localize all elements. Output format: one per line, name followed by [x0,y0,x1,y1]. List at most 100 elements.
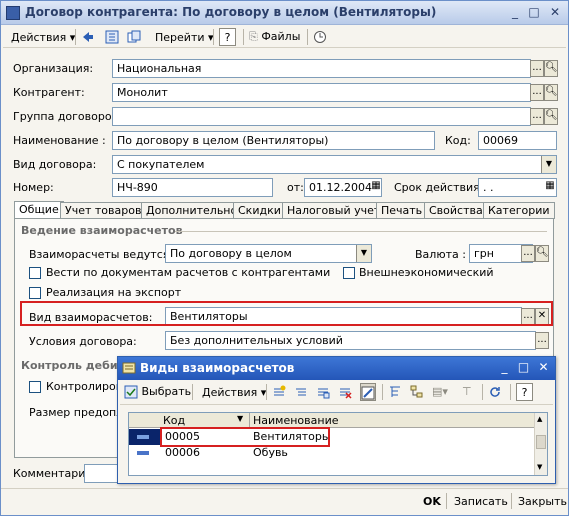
name-field[interactable]: По договору в целом (Вентиляторы) [112,131,435,150]
edit-row-icon[interactable] [360,383,376,401]
files-label: Файлы [261,30,301,43]
settlement-dropdown-arrow-icon[interactable]: ▼ [356,245,371,262]
from-label: от: [287,181,304,194]
tree-icon[interactable] [410,383,424,401]
number-field[interactable]: НЧ-890 [112,178,273,197]
column-code[interactable]: Код [163,414,185,427]
maximize-button[interactable]: □ [525,4,543,21]
delete-row-icon[interactable] [338,383,352,401]
clear-filter-icon[interactable]: ⊤ [462,383,472,401]
settlement-section-title: Ведение взаиморасчетов [21,224,183,237]
name-label: Наименование : [13,134,106,147]
control-checkbox[interactable] [29,381,41,393]
goto-label: Перейти [155,31,205,44]
row-code: 00006 [165,446,200,459]
calendar-icon[interactable]: ▦ [369,179,383,196]
files-button[interactable]: ⎘ Файлы [249,28,300,46]
select-button[interactable]: Выбрать [124,383,191,401]
group-search-icon[interactable]: 🔍︎ [544,108,558,125]
app-icon [6,6,20,20]
org-field[interactable]: Национальная [112,59,531,78]
table-scrollbar[interactable]: ▲ ▼ [534,413,547,475]
type-label: Вид договора: [13,158,97,171]
catalog-icon [122,362,136,374]
group-select-button[interactable]: ... [530,108,544,125]
back-arrow-icon[interactable] [81,28,95,46]
org-search-icon[interactable]: 🔍︎ [544,60,558,77]
foreign-trade-checkbox[interactable] [343,267,355,279]
currency-label: Валюта : [415,248,466,261]
conditions-select-button[interactable]: ... [535,332,549,349]
window-title: Договор контрагента: По договору в целом… [25,5,437,19]
column-name[interactable]: Наименование [253,414,338,427]
actions-menu[interactable]: Действия ▾ [7,28,79,46]
close-form-button[interactable]: Закрыть [518,495,567,508]
sub-close-button[interactable]: ✕ [535,360,552,376]
structure-icon[interactable] [105,28,119,46]
conditions-label: Условия договора: [29,335,137,348]
comment-field[interactable] [84,464,118,483]
copy-icon[interactable] [127,28,141,46]
sub-maximize-button[interactable]: □ [515,360,532,376]
tab-print[interactable]: Печать [376,202,428,219]
settlement-select[interactable]: По договору в целом [165,244,372,263]
group-label: Группа договоров: [13,110,122,123]
export-checkbox[interactable] [29,287,41,299]
minimize-button[interactable]: _ [506,4,524,21]
add-group-icon[interactable] [294,383,308,401]
main-toolbar: Действия ▾ Перейти ▾ ? ⎘ Файлы [3,26,566,48]
export-label: Реализация на экспорт [46,286,182,299]
number-label: Номер: [13,181,54,194]
goto-menu[interactable]: Перейти ▾ [151,28,218,46]
tab-tax[interactable]: Налоговый учет [282,202,386,219]
doc-settlement-checkbox[interactable] [29,267,41,279]
sub-minimize-button[interactable]: _ [496,360,513,376]
validity-calendar-icon[interactable]: ▦ [543,179,557,196]
type-dropdown-arrow-icon[interactable]: ▼ [541,156,556,173]
conditions-field[interactable]: Без дополнительных условий [165,331,536,350]
tab-properties[interactable]: Свойства [424,202,488,219]
save-button[interactable]: Записать [454,495,508,508]
window-titlebar[interactable]: Договор контрагента: По договору в целом… [1,1,568,25]
hierarchy-icon[interactable] [388,383,402,401]
code-field[interactable]: 00069 [478,131,557,150]
tab-goods[interactable]: Учет товаров [60,202,147,219]
tab-additional[interactable]: Дополнительно [141,202,243,219]
add-row-icon[interactable] [272,383,286,401]
contract-window: Договор контрагента: По договору в целом… [0,0,569,516]
sub-titlebar[interactable]: Виды взаиморасчетов _ □ ✕ [118,357,555,380]
org-select-button[interactable]: ... [530,60,544,77]
group-field[interactable] [112,107,531,126]
sub-toolbar: Выбрать Действия ▾ ▤▾ ⊤ ? [120,381,553,405]
table-header: Код ▼ Наименование [129,413,547,428]
close-button[interactable]: ✕ [546,4,564,21]
row-name: Обувь [253,446,288,459]
row-item-icon [137,435,149,439]
settlement-label: Взаиморасчеты ведутся: [29,248,174,261]
sub-window-title: Виды взаиморасчетов [140,361,295,375]
tab-discounts[interactable]: Скидки [233,202,286,219]
currency-select-button[interactable]: ... [521,245,535,262]
counterparty-field[interactable]: Монолит [112,83,531,102]
settlement-kinds-window: Виды взаиморасчетов _ □ ✕ Выбрать Действ… [117,356,556,484]
table-row[interactable]: 00006 Обувь [129,445,533,461]
counterparty-search-icon[interactable]: 🔍︎ [544,84,558,101]
type-select[interactable]: С покупателем [112,155,557,174]
row-item-icon [137,451,149,455]
filter-dropdown-icon[interactable]: ▤▾ [432,383,448,401]
org-label: Организация: [13,62,94,75]
tab-categories[interactable]: Категории [483,202,555,219]
sub-actions-label: Действия [202,386,258,399]
sub-actions-menu[interactable]: Действия ▾ [198,383,270,401]
counterparty-select-button[interactable]: ... [530,84,544,101]
copy-row-icon[interactable] [316,383,330,401]
row-highlight [160,427,330,447]
help-button[interactable]: ? [219,28,236,46]
history-icon[interactable] [313,28,327,46]
currency-search-icon[interactable]: 🔍︎ [535,245,549,262]
kind-highlight [20,301,553,326]
sub-help-button[interactable]: ? [516,383,533,401]
ok-button[interactable]: OK [423,495,441,508]
bottom-bar: OK Записать Закрыть [1,488,568,515]
refresh-icon[interactable] [488,383,502,401]
